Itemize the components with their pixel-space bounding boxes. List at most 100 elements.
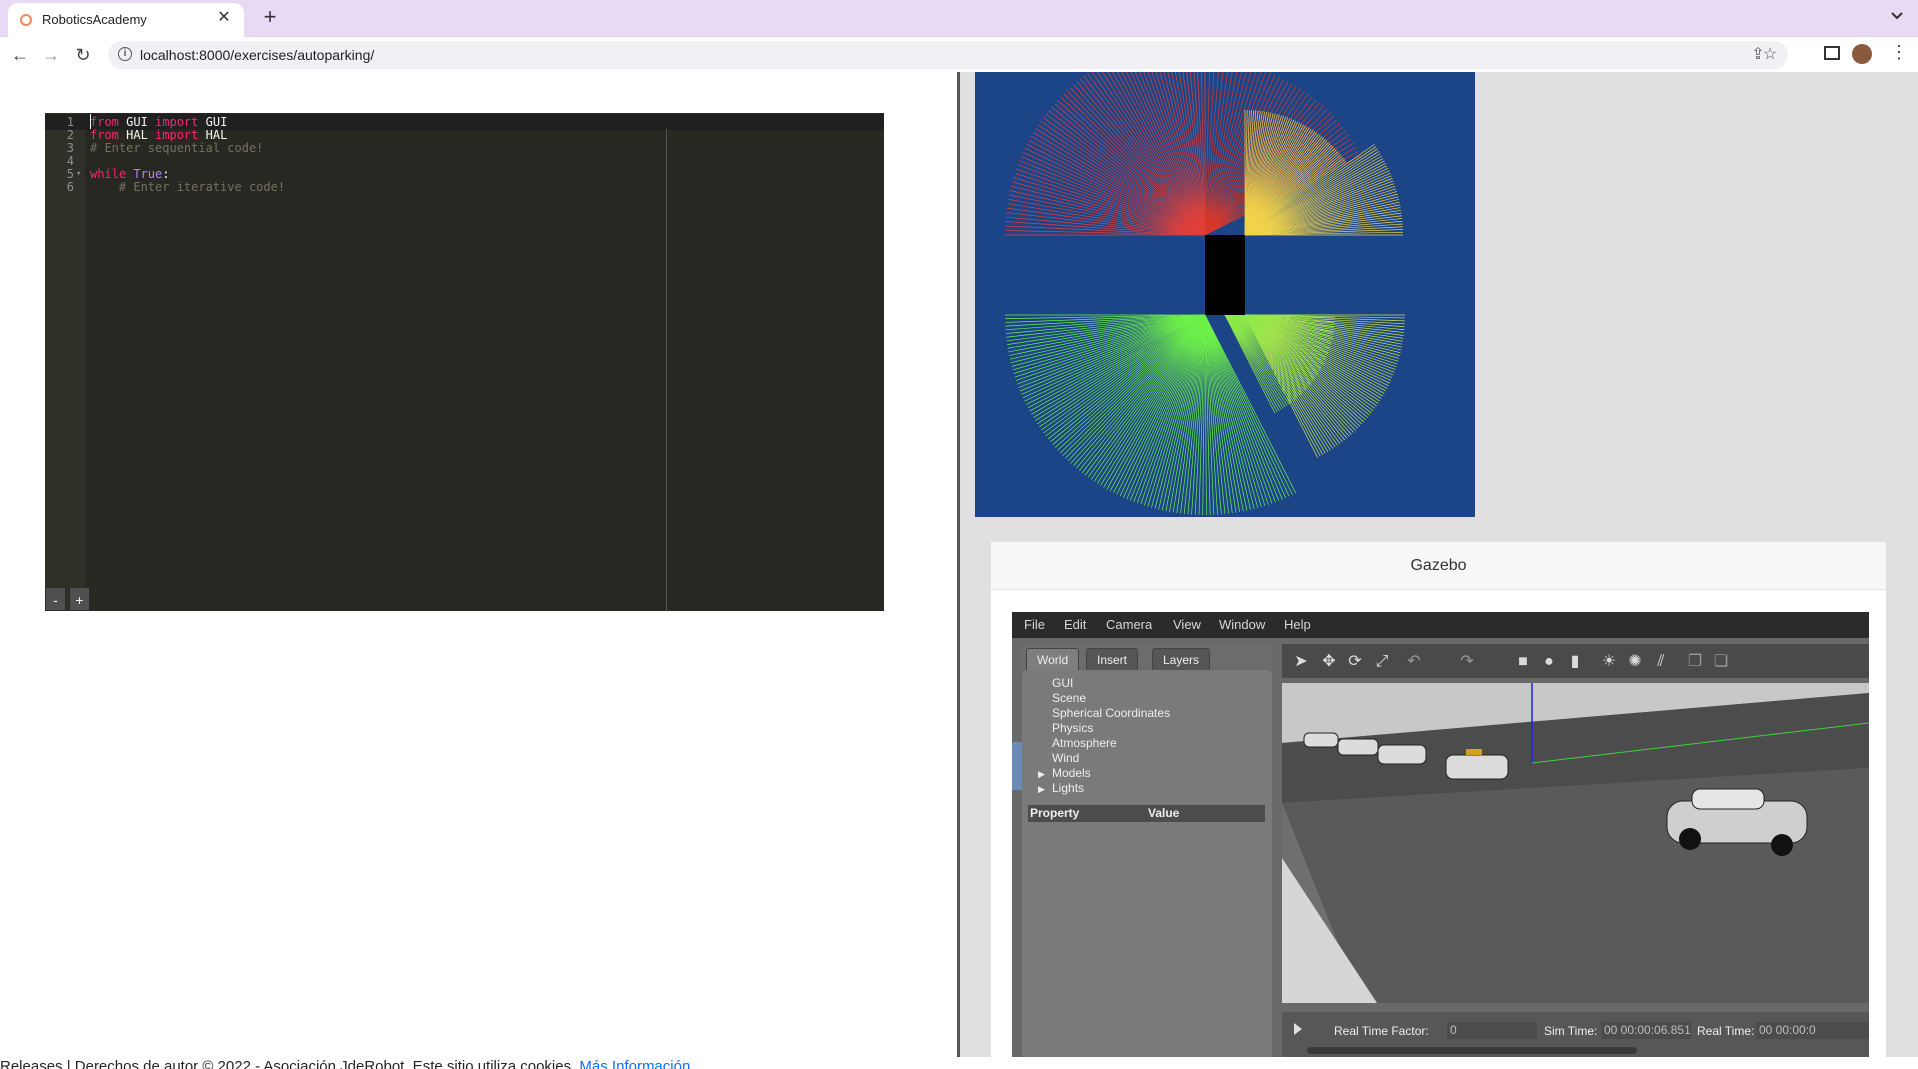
browser-tab-strip: RoboticsAcademy ✕ +: [0, 0, 1918, 37]
gazebo-menubar: File Edit Camera View Window Help: [1012, 612, 1869, 638]
tab-title: RoboticsAcademy: [42, 12, 147, 27]
tab-insert[interactable]: Insert: [1086, 648, 1139, 670]
parked-car: [1337, 738, 1379, 756]
lidar-ray: [1204, 314, 1262, 507]
tree-item-physics[interactable]: Physics: [1052, 721, 1093, 735]
tree-item-lights[interactable]: Lights: [1052, 781, 1084, 795]
sim-time-label: Sim Time:: [1544, 1024, 1598, 1038]
close-tab-icon[interactable]: ✕: [214, 8, 234, 28]
code-text[interactable]: # Enter iterative code!: [90, 179, 285, 195]
tree-item-scene[interactable]: Scene: [1052, 691, 1086, 705]
bookmark-star-icon[interactable]: ☆: [1759, 44, 1781, 64]
cylinder-shape-icon[interactable]: ▮: [1566, 653, 1584, 671]
page-footer: Releases | Derechos de autor © 2022 - As…: [0, 1057, 1918, 1069]
scene-render: [1282, 683, 1869, 1003]
lidar-ray: [1106, 314, 1206, 490]
value-column-header: Value: [1148, 806, 1180, 820]
reload-button[interactable]: ↻: [70, 42, 96, 68]
menu-view[interactable]: View: [1173, 617, 1201, 632]
expand-arrow-icon[interactable]: ▶: [1038, 784, 1045, 795]
redo-icon[interactable]: ↷: [1458, 653, 1476, 671]
undo-icon[interactable]: ↶: [1405, 653, 1423, 671]
menu-window[interactable]: Window: [1219, 617, 1265, 632]
print-margin: [666, 129, 667, 611]
lidar-ray: [1030, 135, 1206, 236]
gazebo-status-bar: Real Time Factor: 0 Sim Time: 00 00:00:0…: [1282, 1012, 1869, 1062]
gazebo-card: Gazebo File Edit Camera View Window Help…: [991, 542, 1886, 1062]
decrease-font-button[interactable]: -: [45, 587, 66, 611]
parked-car: [1303, 732, 1339, 748]
lidar-ray: [1066, 90, 1206, 236]
code-editor[interactable]: 1 from GUI import GUI 2 from HAL import HAL…: [45, 113, 884, 611]
spot-light-icon[interactable]: ✺: [1626, 653, 1644, 671]
real-time-value: 00 00:00:0: [1756, 1022, 1869, 1039]
lidar-visualization: [975, 72, 1475, 517]
footer-text: Releases | Derechos de autor © 2022 - As…: [0, 1058, 690, 1069]
tab-layers[interactable]: Layers: [1152, 648, 1211, 670]
menu-help[interactable]: Help: [1284, 617, 1311, 632]
gazebo-left-panel: World Insert Layers GUI Scene Spherical …: [1022, 644, 1272, 1062]
lidar-ray: [1204, 314, 1241, 513]
horizontal-scrollbar[interactable]: [1307, 1047, 1637, 1054]
profile-avatar[interactable]: [1852, 44, 1872, 64]
paste-icon[interactable]: ❏: [1712, 653, 1730, 671]
sim-time-value: 00 00:00:06.851: [1601, 1022, 1691, 1039]
visualization-pane: Gazebo File Edit Camera View Window Help…: [960, 72, 1918, 1062]
tab-world[interactable]: World: [1026, 648, 1080, 670]
browser-menu-icon[interactable]: ⋮: [1890, 42, 1908, 63]
more-info-link[interactable]: Más Información: [579, 1058, 690, 1069]
fold-arrow-icon[interactable]: ▾: [76, 166, 81, 182]
copy-icon[interactable]: ❐: [1686, 653, 1704, 671]
world-tree: GUI Scene Spherical Coordinates Physics …: [1022, 670, 1272, 1062]
menu-edit[interactable]: Edit: [1064, 617, 1086, 632]
point-light-icon[interactable]: ☀: [1600, 653, 1618, 671]
url-text[interactable]: localhost:8000/exercises/autoparking/: [140, 47, 374, 63]
text-cursor: [90, 114, 91, 129]
tree-item-gui[interactable]: GUI: [1052, 676, 1073, 690]
tree-item-models[interactable]: Models: [1052, 766, 1091, 780]
menu-file[interactable]: File: [1024, 617, 1045, 632]
tab-search-icon[interactable]: [1890, 8, 1904, 26]
back-button[interactable]: ←: [7, 42, 33, 68]
footer-copyright: Releases | Derechos de autor © 2022 - As…: [0, 1058, 580, 1069]
expand-arrow-icon[interactable]: ▶: [1038, 769, 1045, 780]
property-column-header: Property: [1030, 806, 1080, 820]
new-tab-button[interactable]: +: [258, 5, 282, 29]
select-mode-icon[interactable]: ➤: [1292, 653, 1310, 671]
lidar-ray: [1060, 96, 1206, 236]
gazebo-window: File Edit Camera View Window Help World …: [1012, 612, 1869, 1062]
code-text[interactable]: # Enter sequential code!: [90, 140, 263, 156]
tree-item-atmosphere[interactable]: Atmosphere: [1052, 736, 1117, 750]
box-shape-icon[interactable]: ■: [1514, 653, 1532, 671]
sphere-shape-icon[interactable]: ●: [1540, 653, 1558, 671]
tree-item-spherical-coordinates[interactable]: Spherical Coordinates: [1052, 706, 1170, 720]
tree-item-wind[interactable]: Wind: [1052, 751, 1079, 765]
rotate-mode-icon[interactable]: ⟳: [1346, 653, 1364, 671]
gazebo-toolbar: ➤ ✥ ⟳ ⤢ ↶ ↷ ■ ● ▮ ☀ ✺ ⫽ ❐ ❏: [1282, 644, 1869, 678]
translate-mode-icon[interactable]: ✥: [1320, 653, 1338, 671]
menu-camera[interactable]: Camera: [1106, 617, 1152, 632]
address-bar[interactable]: i localhost:8000/exercises/autoparking/ …: [108, 41, 1788, 69]
lidar-canvas: [1005, 72, 1405, 515]
side-panel-icon[interactable]: [1824, 46, 1840, 60]
rtf-value: 0: [1447, 1022, 1537, 1039]
line-number: 6: [66, 180, 74, 194]
play-icon[interactable]: [1294, 1023, 1302, 1035]
browser-tab[interactable]: RoboticsAcademy ✕: [8, 3, 244, 37]
page-content: 1 from GUI import GUI 2 from HAL import HAL…: [0, 72, 1918, 1069]
gazebo-title: Gazebo: [991, 542, 1886, 590]
car-footprint: [1205, 235, 1245, 315]
code-pane: 1 from GUI import GUI 2 from HAL import HAL…: [0, 72, 957, 1062]
increase-font-button[interactable]: +: [69, 587, 90, 611]
parked-car: [1377, 744, 1427, 765]
favicon-icon: [20, 14, 32, 26]
forward-button[interactable]: →: [38, 42, 64, 68]
site-info-icon[interactable]: i: [118, 47, 132, 61]
directional-light-icon[interactable]: ⫽: [1652, 653, 1670, 671]
lidar-ray: [1019, 160, 1206, 236]
browser-toolbar: ← → ↻ i localhost:8000/exercises/autopar…: [0, 37, 1918, 73]
lidar-ray: [1024, 314, 1206, 402]
gazebo-3d-viewport[interactable]: [1282, 683, 1869, 1003]
real-time-label: Real Time:: [1697, 1024, 1755, 1038]
scale-mode-icon[interactable]: ⤢: [1373, 653, 1391, 671]
